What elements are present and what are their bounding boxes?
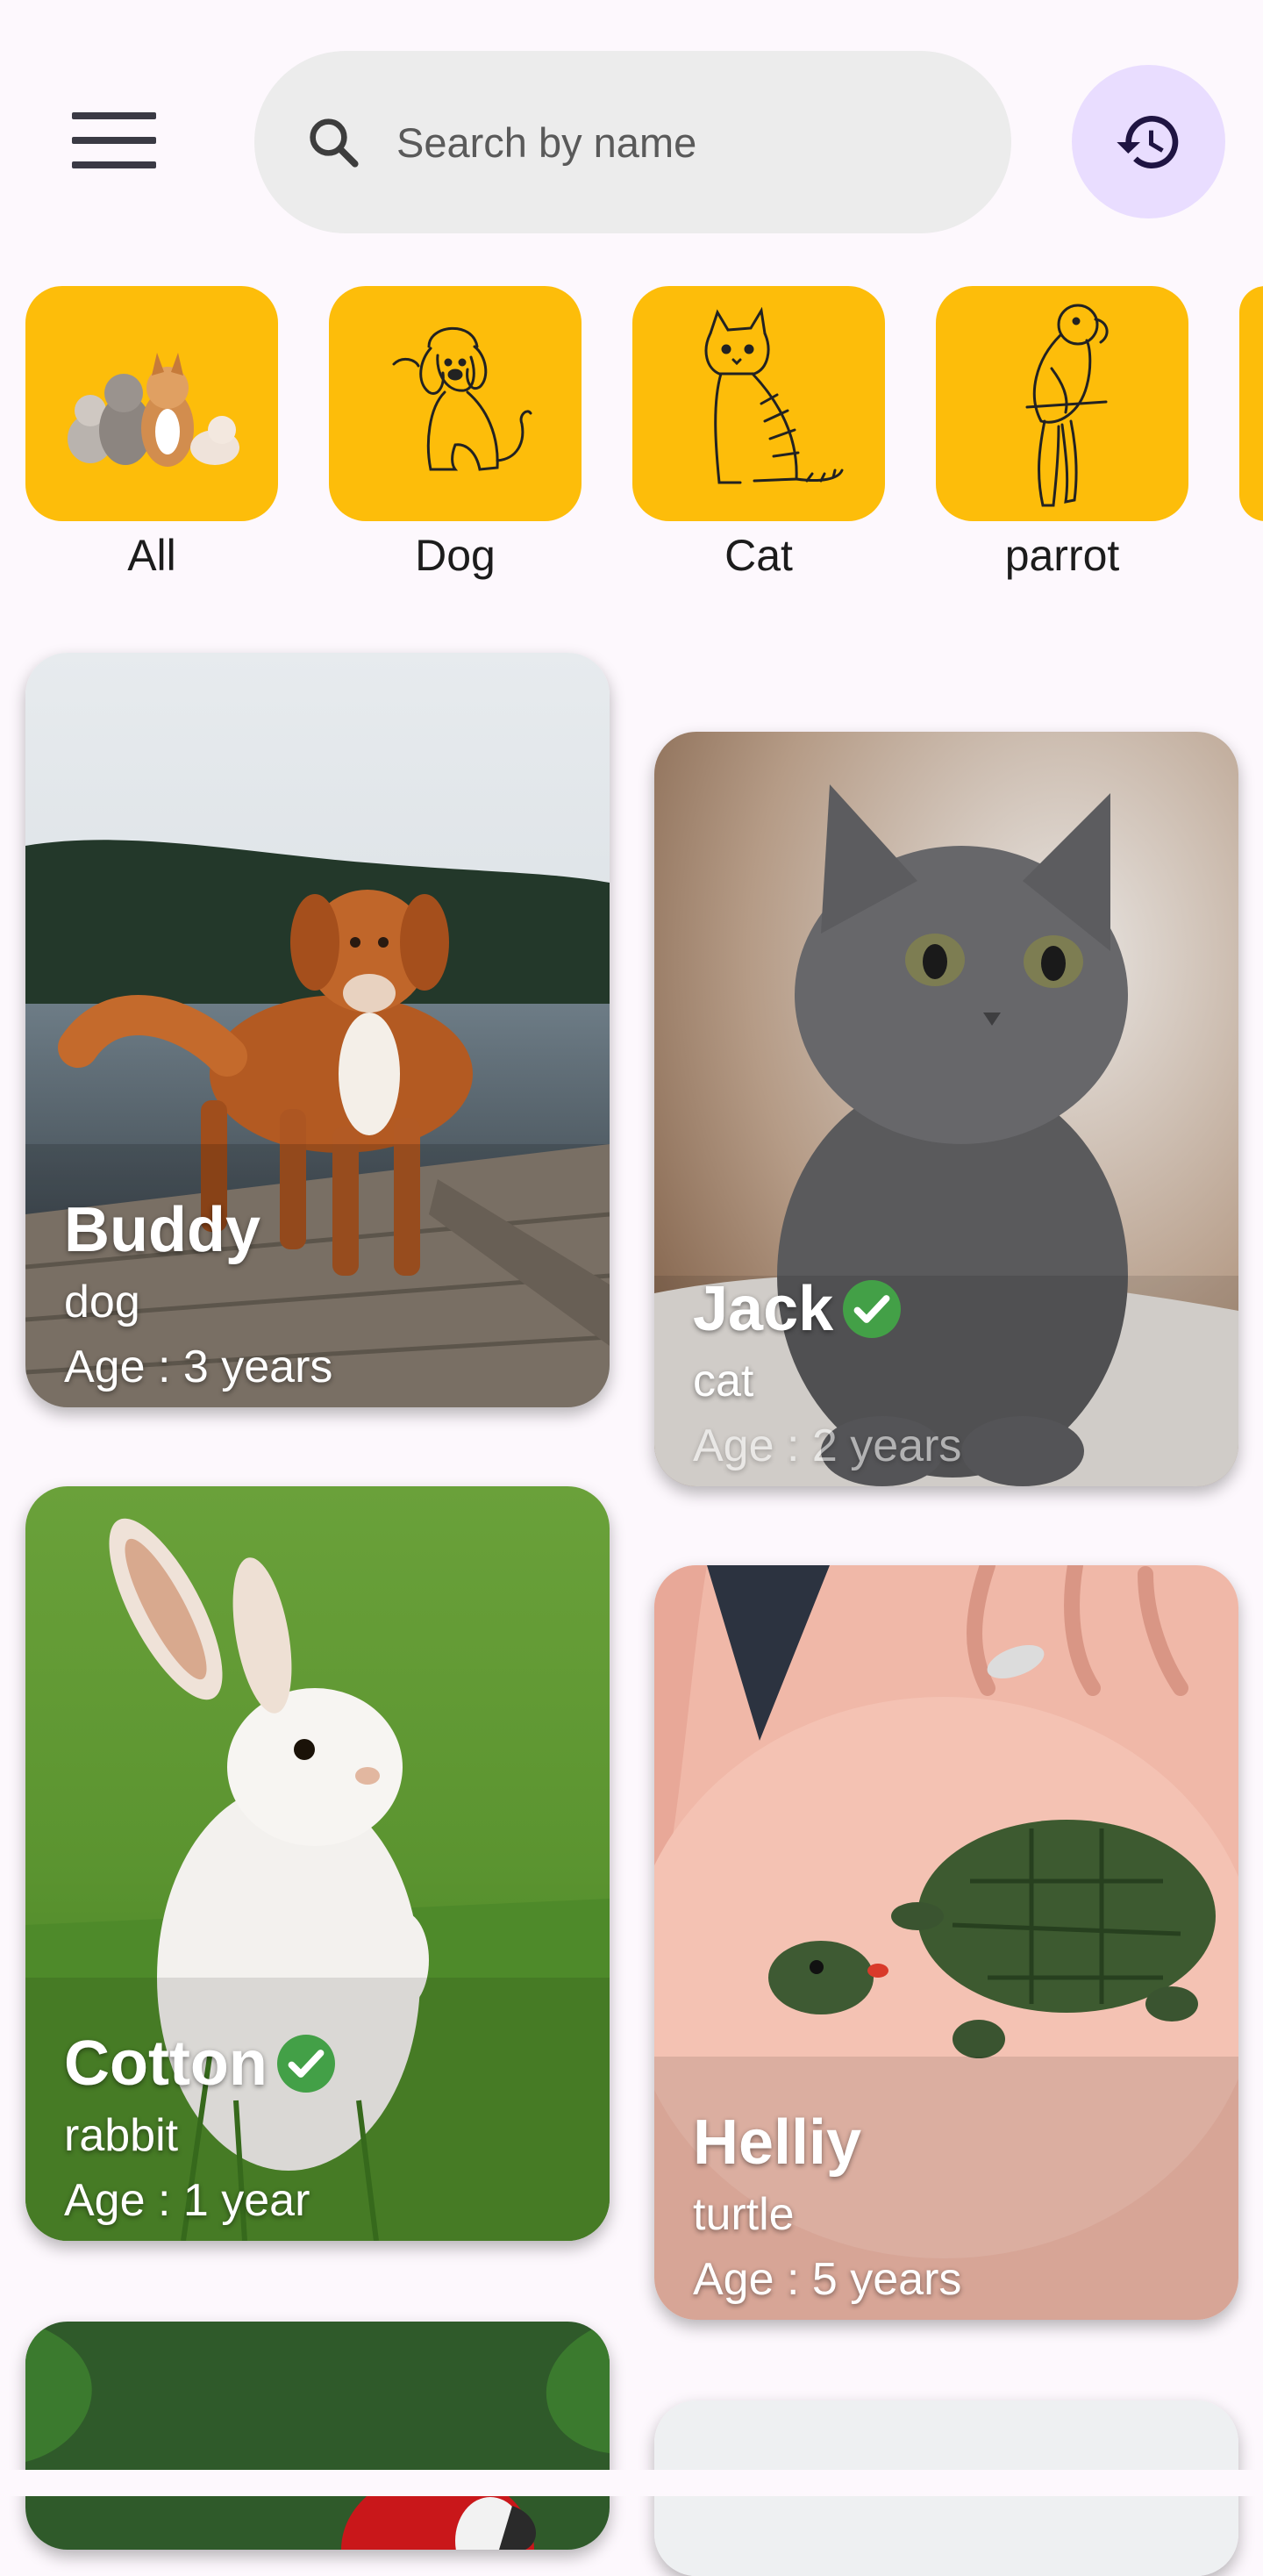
pet-card[interactable]: Cotton rabbit Age : 1 year — [25, 1486, 610, 2241]
pet-kind: turtle — [693, 2189, 795, 2240]
menu-icon — [72, 112, 156, 168]
pet-card[interactable]: Buddy dog Age : 3 years — [25, 653, 610, 1407]
pet-info: Buddy dog Age : 3 years — [64, 1199, 332, 1407]
menu-button[interactable] — [53, 88, 175, 193]
category-tile — [25, 286, 278, 521]
category-all[interactable]: All — [25, 286, 278, 581]
category-label: Cat — [724, 531, 793, 580]
parrot-icon — [1025, 304, 1109, 507]
history-button[interactable] — [1072, 65, 1225, 218]
pet-name: Cotton — [64, 2032, 338, 2095]
dog-icon — [392, 326, 532, 471]
category-label: All — [127, 531, 176, 580]
pet-info: Helliy turtle Age : 5 years — [693, 2111, 961, 2320]
pet-card-partial[interactable] — [25, 2322, 610, 2550]
pets-group-image — [68, 353, 239, 467]
category-partial[interactable] — [1239, 286, 1263, 521]
search-bar[interactable] — [254, 51, 1011, 233]
pet-photo-parrot — [25, 2322, 610, 2550]
pet-card[interactable]: Helliy turtle Age : 5 years — [654, 1565, 1238, 2320]
verified-check-icon — [840, 1277, 903, 1341]
category-parrot[interactable]: parrot — [936, 286, 1188, 581]
verified-check-icon — [275, 2032, 338, 2095]
pet-name: Buddy — [64, 1195, 260, 1265]
category-label: Dog — [415, 531, 496, 580]
search-input[interactable] — [395, 117, 960, 168]
category-dog[interactable]: Dog — [329, 286, 582, 581]
pet-age: Age : 2 years — [693, 1420, 962, 1471]
history-icon — [1116, 115, 1178, 168]
category-tile — [329, 286, 582, 521]
pet-kind: dog — [64, 1277, 140, 1327]
pet-info: Cotton rabbit Age : 1 year — [64, 2032, 338, 2241]
pet-card[interactable]: Jack cat Age : 2 years — [654, 732, 1238, 1486]
pet-age: Age : 5 years — [693, 2254, 962, 2305]
search-icon — [298, 107, 368, 177]
category-tile — [632, 286, 885, 521]
pet-info: Jack cat Age : 2 years — [693, 1277, 961, 1486]
pet-kind: rabbit — [64, 2110, 179, 2161]
pet-name: Helliy — [693, 2107, 862, 2178]
category-cat[interactable]: Cat — [632, 286, 885, 581]
page-bottom-edge — [0, 2470, 1263, 2496]
pet-name: Jack — [693, 1277, 961, 1341]
category-label: parrot — [1004, 531, 1120, 580]
category-tile — [936, 286, 1188, 521]
pet-age: Age : 3 years — [64, 1342, 333, 1392]
pet-kind: cat — [693, 1356, 754, 1406]
pet-age: Age : 1 year — [64, 2175, 310, 2226]
cat-icon — [704, 307, 844, 484]
